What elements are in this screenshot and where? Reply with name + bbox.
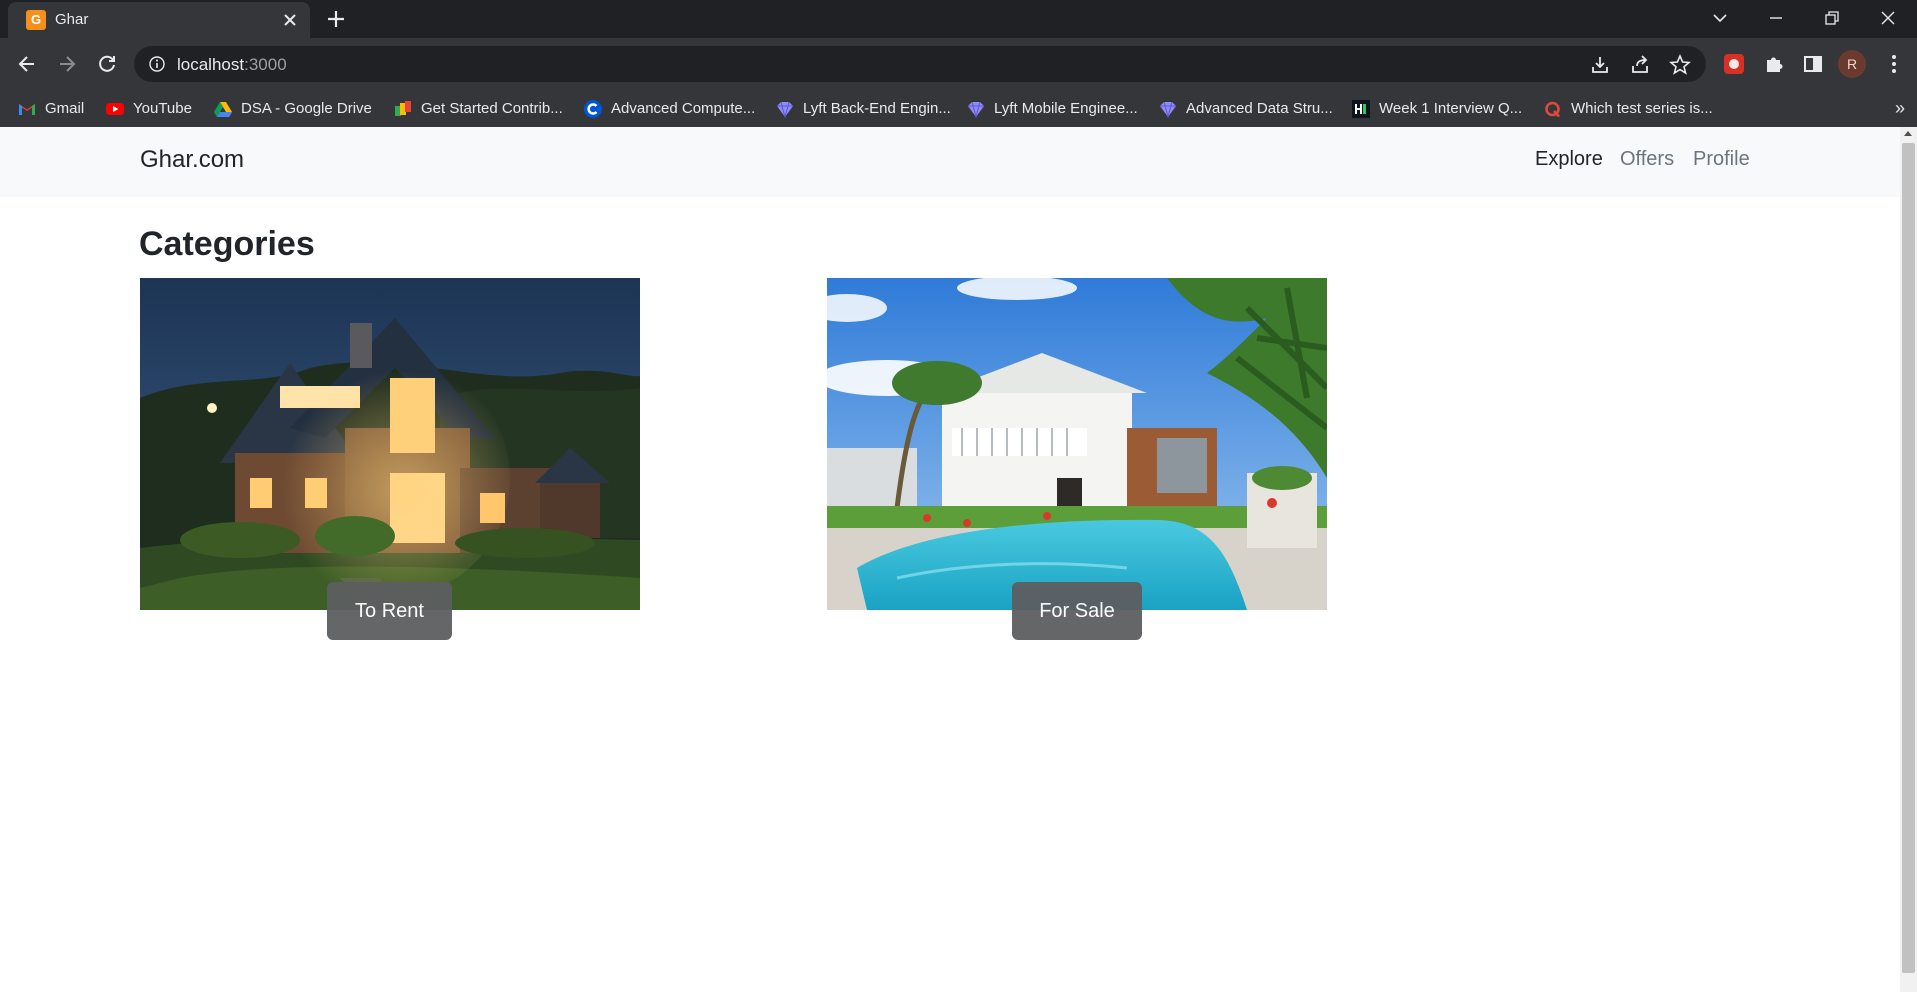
- nav-link-explore[interactable]: Explore: [1535, 148, 1603, 171]
- bookmark-label: Lyft Mobile Enginee...: [994, 100, 1138, 117]
- profile-avatar[interactable]: R: [1838, 50, 1866, 78]
- quora-icon: [1545, 101, 1560, 117]
- site-favicon-icon: G: [26, 10, 46, 30]
- bookmark-youtube[interactable]: YouTube: [106, 90, 192, 127]
- site-navbar: Ghar.com Explore Offers Profile: [0, 127, 1900, 197]
- browser-tabstrip: G Ghar: [0, 0, 1917, 38]
- gmail-icon: [19, 103, 35, 115]
- scrollbar-thumb[interactable]: [1902, 143, 1915, 973]
- url-text[interactable]: localhost:3000: [177, 55, 287, 75]
- site-info-icon[interactable]: [148, 55, 166, 73]
- page-title: Categories: [139, 225, 315, 263]
- forage-icon: [968, 101, 984, 118]
- bookmark-label: DSA - Google Drive: [241, 100, 372, 117]
- new-tab-plus-icon[interactable]: [325, 8, 347, 30]
- bookmark-test-series[interactable]: Which test series is...: [1544, 90, 1713, 127]
- more-bookmarks-chevron-icon[interactable]: »: [1895, 98, 1905, 119]
- install-app-icon[interactable]: [1589, 54, 1611, 76]
- page-viewport: Ghar.com Explore Offers Profile Categori…: [0, 127, 1900, 992]
- extensions-puzzle-icon[interactable]: [1761, 51, 1787, 77]
- bookmark-lyft-mobile[interactable]: Lyft Mobile Enginee...: [967, 90, 1138, 127]
- bookmark-label: Week 1 Interview Q...: [1379, 100, 1523, 117]
- site-brand[interactable]: Ghar.com: [140, 146, 244, 174]
- page-scrollbar[interactable]: [1900, 127, 1917, 992]
- address-bar[interactable]: localhost:3000: [134, 46, 1706, 82]
- restore-window-icon[interactable]: [1804, 0, 1860, 36]
- bookmark-label: Advanced Data Stru...: [1186, 100, 1333, 117]
- tab-close-icon[interactable]: [280, 10, 300, 30]
- bookmark-lyft-backend[interactable]: Lyft Back-End Engin...: [776, 90, 951, 127]
- house-at-dusk-photo[interactable]: [140, 278, 640, 610]
- bookmark-label: Get Started Contrib...: [421, 100, 563, 117]
- bookmark-label: Lyft Back-End Engin...: [803, 100, 951, 117]
- back-arrow-icon[interactable]: [13, 50, 41, 78]
- bookmark-label: Which test series is...: [1571, 100, 1713, 117]
- bookmark-gmail[interactable]: Gmail: [18, 90, 84, 127]
- bookmark-week1-interview[interactable]: Week 1 Interview Q...: [1352, 90, 1522, 127]
- bookmark-label: YouTube: [133, 100, 192, 117]
- minimize-icon[interactable]: [1748, 0, 1804, 36]
- coursera-icon: [584, 99, 602, 118]
- category-button-sale[interactable]: For Sale: [1012, 582, 1142, 640]
- url-host: localhost: [177, 55, 245, 74]
- side-panel-icon[interactable]: [1800, 51, 1826, 77]
- contrib-icon: [395, 100, 411, 116]
- share-icon[interactable]: [1629, 54, 1651, 76]
- bookmark-label: Advanced Compute...: [611, 100, 756, 117]
- bookmarks-bar: Gmail YouTube DSA - Google Drive Get Sta…: [0, 90, 1917, 127]
- tab-search-chevron-icon[interactable]: [1692, 0, 1748, 36]
- hackerrank-icon: [1352, 99, 1370, 118]
- nav-link-offers[interactable]: Offers: [1620, 148, 1674, 171]
- url-port: :3000: [244, 55, 287, 74]
- bookmark-label: Gmail: [45, 100, 85, 117]
- youtube-icon: [106, 102, 124, 115]
- browser-menu-kebab-icon[interactable]: [1881, 51, 1907, 77]
- bookmark-dsa-drive[interactable]: DSA - Google Drive: [214, 90, 372, 127]
- tab-title: Ghar: [55, 11, 89, 28]
- forward-arrow-icon[interactable]: [53, 50, 81, 78]
- nav-link-profile[interactable]: Profile: [1693, 148, 1750, 171]
- browser-toolbar: localhost:3000 R: [0, 38, 1917, 90]
- bookmark-star-icon[interactable]: [1669, 53, 1691, 76]
- category-card-sale[interactable]: For Sale: [827, 278, 1327, 640]
- close-window-icon[interactable]: [1860, 0, 1916, 36]
- bookmark-advanced-data-structures[interactable]: Advanced Data Stru...: [1159, 90, 1333, 127]
- scroll-up-arrow-icon[interactable]: [1904, 131, 1912, 136]
- reload-icon[interactable]: [93, 50, 121, 78]
- house-with-pool-photo[interactable]: [827, 278, 1327, 610]
- browser-tab[interactable]: G Ghar: [8, 2, 310, 38]
- category-card-rent[interactable]: To Rent: [140, 278, 640, 640]
- forage-icon: [777, 101, 793, 118]
- extension-red-icon[interactable]: [1721, 51, 1747, 77]
- category-button-rent[interactable]: To Rent: [327, 582, 452, 640]
- bookmark-advanced-compute[interactable]: Advanced Compute...: [584, 90, 755, 127]
- bookmark-get-started[interactable]: Get Started Contrib...: [394, 90, 563, 127]
- forage-icon: [1160, 101, 1176, 118]
- google-drive-icon: [214, 101, 232, 117]
